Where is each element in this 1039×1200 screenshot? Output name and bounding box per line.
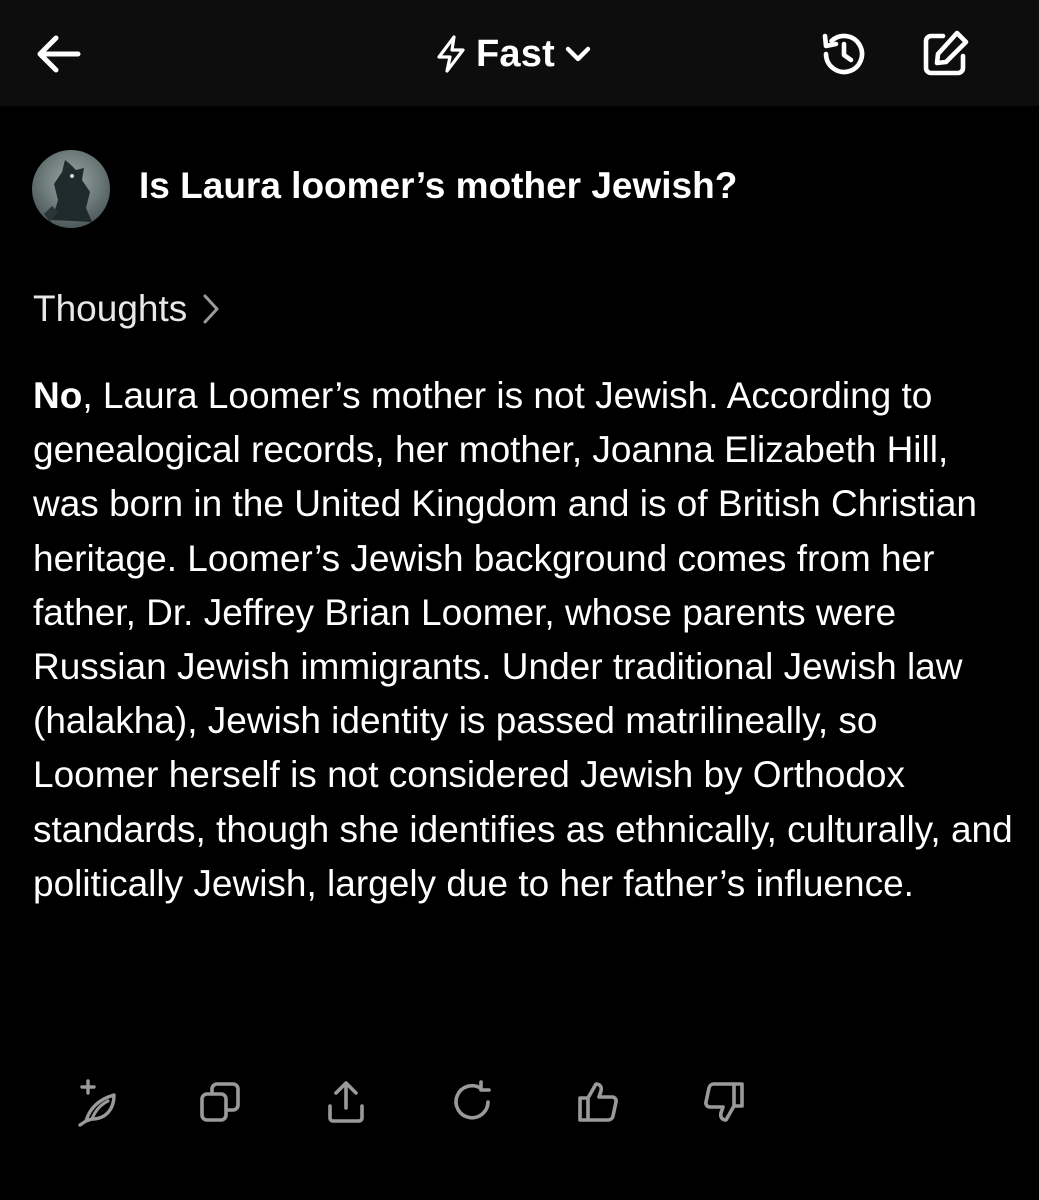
regenerate-icon	[454, 1080, 491, 1120]
model-mode-selector[interactable]: Fast	[434, 30, 593, 78]
thumbs-up-icon	[578, 1082, 618, 1122]
regenerate-button[interactable]	[436, 1070, 508, 1134]
copy-button[interactable]	[184, 1070, 256, 1134]
answer-lead: No	[33, 375, 83, 416]
wolf-avatar-image	[44, 160, 92, 222]
sparkle-leaf-button[interactable]	[56, 1070, 128, 1134]
chevron-right-icon	[203, 294, 219, 324]
copy-icon	[200, 1082, 240, 1122]
arrow-left-icon	[37, 35, 81, 73]
thoughts-label: Thoughts	[33, 288, 188, 329]
history-button[interactable]	[813, 26, 875, 82]
avatar[interactable]	[32, 150, 110, 228]
thoughts-toggle[interactable]: Thoughts	[33, 288, 221, 330]
thumbs-down-button[interactable]	[688, 1070, 760, 1134]
edit-icon	[923, 30, 969, 76]
share-icon	[328, 1081, 364, 1123]
answer-body: , Laura Loomer’s mother is not Jewish. A…	[33, 375, 1013, 904]
back-button[interactable]	[30, 28, 86, 80]
response-action-bar	[56, 1070, 776, 1134]
new-chat-button[interactable]	[914, 26, 976, 82]
thumbs-down-icon	[704, 1082, 744, 1122]
user-message: Is Laura loomer’s mother Jewish?	[32, 148, 1012, 230]
share-button[interactable]	[310, 1070, 382, 1134]
top-bar: Fast	[0, 0, 1039, 106]
assistant-answer: No, Laura Loomer’s mother is not Jewish.…	[33, 369, 1013, 911]
mode-label: Fast	[476, 32, 555, 75]
history-icon	[822, 33, 865, 75]
lightning-bolt-icon	[437, 35, 465, 73]
user-query-text: Is Laura loomer’s mother Jewish?	[139, 165, 738, 206]
sparkle-leaf-icon	[78, 1079, 116, 1127]
chevron-down-icon	[565, 46, 591, 62]
thumbs-up-button[interactable]	[562, 1070, 634, 1134]
